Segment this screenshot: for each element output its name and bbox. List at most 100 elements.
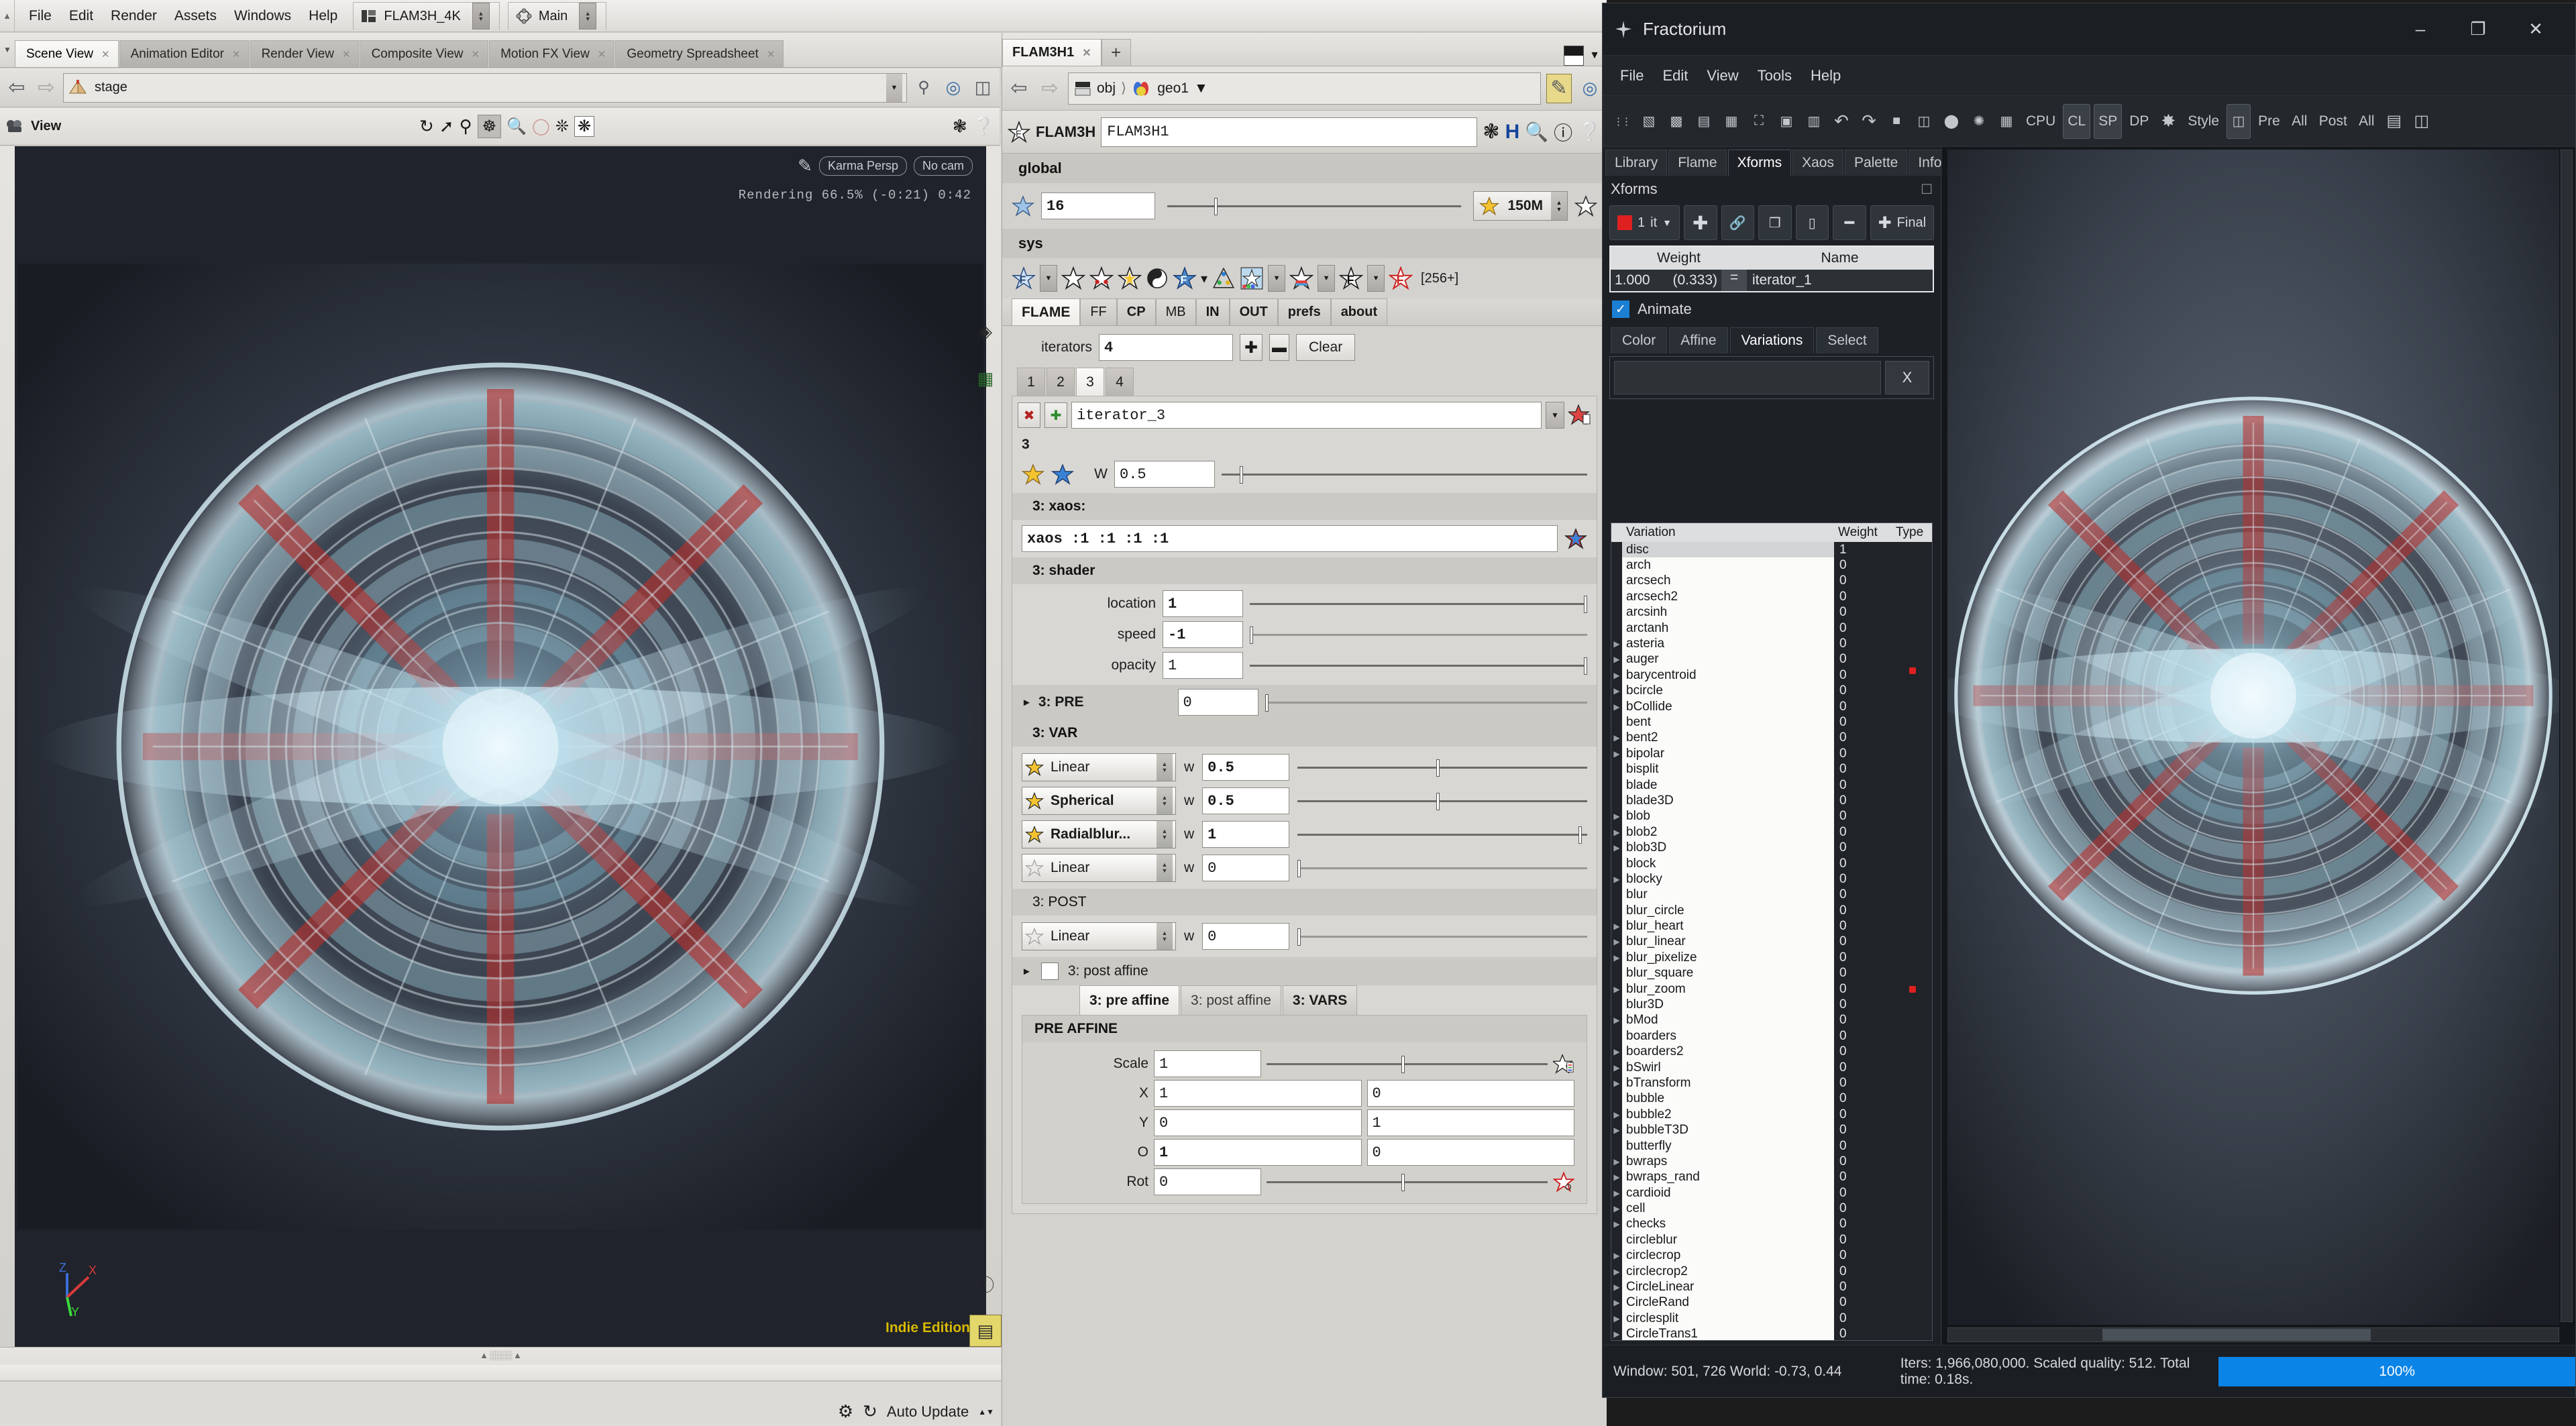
pre-slider[interactable] [1265, 693, 1587, 712]
variation-weight-cell[interactable]: 0 [1834, 1154, 1892, 1169]
variation-row[interactable]: blur0 [1611, 887, 1932, 903]
post-affine-checkbox[interactable] [1041, 963, 1059, 980]
variation-name-cell[interactable]: bTransform [1622, 1075, 1834, 1091]
variation-row[interactable]: ▶cardioid0 [1611, 1185, 1932, 1201]
variation-spinner-1[interactable]: ▲▼ [1157, 754, 1173, 781]
expand-triangle-icon[interactable]: ▶ [1611, 1079, 1622, 1088]
copy-xform-button[interactable]: ❐ [1758, 205, 1792, 240]
nav-back-icon[interactable]: ⇦ [4, 73, 30, 103]
variation-row[interactable]: ▶bipolar0 [1611, 746, 1932, 761]
iterator-tab-3[interactable]: 3 [1076, 368, 1104, 396]
expand-triangle-icon[interactable]: ▶ [1611, 749, 1622, 759]
variation-row[interactable]: ▶bent20 [1611, 730, 1932, 746]
variation-table[interactable]: Variation Weight Type disc1arch0arcsech0… [1611, 523, 1933, 1341]
subtab-affine[interactable]: Affine [1669, 327, 1727, 353]
weight-slider[interactable] [1222, 465, 1587, 484]
render-vertical-scrollbar[interactable] [2561, 150, 2573, 1322]
variation-name-cell[interactable]: blade3D [1622, 793, 1834, 808]
desktop-selector-spinner[interactable]: ▲▼ [472, 3, 490, 30]
redo-icon[interactable]: ↷ [1857, 104, 1881, 139]
variation-weight-cell[interactable]: 0 [1834, 573, 1892, 588]
variation-weight-cell[interactable]: 0 [1834, 590, 1892, 604]
variation-name-cell[interactable]: block [1622, 856, 1834, 871]
flame-red-icon[interactable]: F [1389, 266, 1413, 290]
variation-name-cell[interactable]: CircleTrans1 [1622, 1327, 1834, 1340]
layout-icon[interactable]: ◫ [970, 73, 996, 103]
menu-edit[interactable]: Edit [60, 5, 102, 27]
variation-weight-cell[interactable]: 0 [1834, 1107, 1892, 1122]
wrench-icon[interactable]: ✸ [2156, 104, 2180, 139]
open-flame-icon[interactable]: ▩ [1664, 104, 1688, 139]
render-horizontal-scrollbar[interactable] [1947, 1327, 2559, 1342]
info-icon[interactable]: ⓘ [1554, 119, 1572, 146]
duplicate-xform-button[interactable]: 🔗 [1721, 205, 1755, 240]
variation-row[interactable]: ▶barycentroid0 [1611, 667, 1932, 683]
variation-weight-cell[interactable]: 0 [1834, 762, 1892, 777]
variation-weight-cell[interactable]: 0 [1834, 1013, 1892, 1028]
variation-weight-cell[interactable]: 0 [1834, 715, 1892, 730]
pane-menu-icon[interactable]: ▼ [1589, 50, 1600, 62]
variation-weight-cell[interactable]: 0 [1834, 730, 1892, 745]
variation-row[interactable]: ▶blob20 [1611, 824, 1932, 840]
variation-row[interactable]: ▶bSwirl0 [1611, 1060, 1932, 1075]
flame-tab-ff[interactable]: FF [1080, 298, 1116, 325]
variation-name-cell[interactable]: bent [1622, 714, 1834, 730]
variation-row[interactable]: ▶circlecrop0 [1611, 1248, 1932, 1264]
xform-weight-cell[interactable]: 1.000 (0.333) [1611, 270, 1721, 291]
variation-row[interactable]: ▶CircleLinear0 [1611, 1279, 1932, 1295]
menu-edit[interactable]: Edit [1654, 64, 1696, 88]
variation-weight-cell[interactable]: 0 [1834, 1029, 1892, 1044]
variation-select-3[interactable]: Radialblur... ▲▼ [1022, 820, 1176, 848]
menu-file[interactable]: File [1612, 64, 1652, 88]
flame-tab-flame[interactable]: FLAME [1012, 298, 1080, 325]
breadcrumb-item-geo1[interactable]: geo1 [1157, 80, 1189, 97]
pre-affine-x1-input[interactable]: 1 [1154, 1080, 1362, 1107]
scene-viewport[interactable]: ✎ Karma Persp No cam Rendering 66.5% (-0… [15, 146, 986, 1347]
star-rainbow-dropdown-icon[interactable]: ▼ [1318, 265, 1335, 292]
variation-weight-cell[interactable]: 0 [1834, 1264, 1892, 1279]
variation-weight-slider-2[interactable] [1297, 791, 1587, 810]
clear-search-button[interactable]: X [1885, 361, 1929, 394]
variation-weight-slider-1[interactable] [1297, 758, 1587, 777]
info-icon[interactable]: ⓘ [969, 1268, 1002, 1300]
remove-iterator-button[interactable]: ▬ [1269, 334, 1289, 361]
close-icon[interactable]: ✕ [598, 48, 606, 60]
sequence-icon[interactable]: ▦ [1994, 104, 2019, 139]
pane-tab-render-view[interactable]: Render View ✕ [250, 40, 360, 67]
copy-icon[interactable]: ▣ [1774, 104, 1799, 139]
variation-name-cell[interactable]: circlecrop2 [1622, 1264, 1834, 1279]
iterator-tab-4[interactable]: 4 [1106, 368, 1134, 396]
variation-name-cell[interactable]: bubbleT3D [1622, 1122, 1834, 1138]
variation-name-cell[interactable]: circlecrop [1622, 1248, 1834, 1264]
variation-weight-cell[interactable]: 0 [1834, 1217, 1892, 1231]
variation-weight-cell[interactable]: 0 [1834, 1186, 1892, 1201]
global-iterations-input[interactable]: 16 [1041, 193, 1155, 219]
pre-section-row[interactable]: ► 3: PRE 0 [1012, 685, 1597, 720]
display-options-icon[interactable]: ◈ [969, 315, 1002, 347]
affine-tab-post[interactable]: 3: post affine [1181, 985, 1281, 1015]
variation-row[interactable]: ▶blob3D0 [1611, 840, 1932, 855]
expand-triangle-icon[interactable]: ▶ [1611, 1172, 1622, 1182]
variation-weight-cell[interactable]: 0 [1834, 825, 1892, 840]
variation-name-cell[interactable]: boarders [1622, 1028, 1834, 1044]
path-input[interactable]: stage ▼ [63, 73, 907, 103]
pane-tab-composite-view[interactable]: Composite View ✕ [360, 40, 489, 67]
variation-name-cell[interactable]: butterfly [1622, 1138, 1834, 1154]
add-iterator-button[interactable]: ✚ [1240, 334, 1263, 361]
pre-affine-scale-input[interactable]: 1 [1154, 1050, 1261, 1077]
xaos-input[interactable]: xaos :1 :1 :1 :1 [1022, 525, 1558, 552]
subtab-variations[interactable]: Variations [1730, 327, 1815, 353]
variation-spinner-2[interactable]: ▲▼ [1157, 787, 1173, 814]
shader-speed-input[interactable]: -1 [1163, 621, 1243, 648]
desktop-tab-flam3h4k[interactable]: FLAM3H_4K ▲▼ [353, 2, 500, 30]
variation-name-cell[interactable]: blur_linear [1622, 934, 1834, 950]
variation-weight-cell[interactable]: 0 [1834, 1170, 1892, 1185]
nav-forward-icon[interactable]: ⇨ [1037, 74, 1063, 103]
variation-name-cell[interactable]: arcsinh [1622, 605, 1834, 620]
undo-icon[interactable]: ↶ [1829, 104, 1854, 139]
variation-name-cell[interactable]: blade [1622, 777, 1834, 793]
variation-row[interactable]: block0 [1611, 856, 1932, 871]
clear-xform-button[interactable]: ▯ [1796, 205, 1829, 240]
variation-weight-cell[interactable]: 0 [1834, 747, 1892, 761]
expand-triangle-icon[interactable]: ▶ [1611, 985, 1622, 994]
